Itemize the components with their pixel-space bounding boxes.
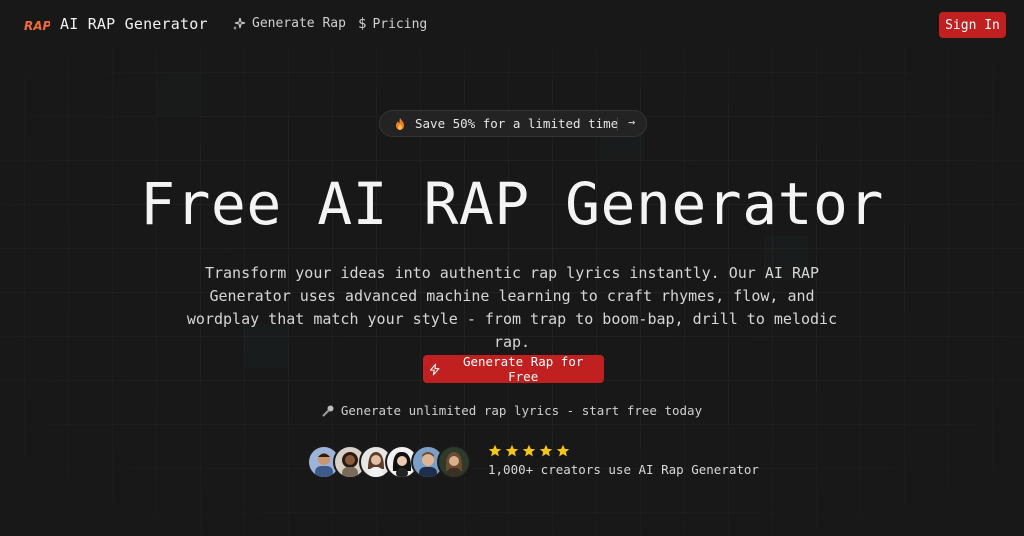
brand-name[interactable]: AI RAP Generator xyxy=(60,15,208,33)
lightning-icon xyxy=(429,363,440,375)
generate-rap-free-button[interactable]: Generate Rap for Free xyxy=(423,354,604,384)
svg-text:RAP: RAP xyxy=(24,19,50,33)
rating-stars xyxy=(488,444,570,458)
tagline-text: Generate unlimited rap lyrics - start fr… xyxy=(340,403,703,418)
social-proof-text: 1,000+ creators use AI Rap Generator xyxy=(488,462,759,477)
nav-generate-rap-label: Generate Rap xyxy=(252,16,346,31)
hero-title: Free AI RAP Generator xyxy=(140,170,884,238)
rap-logo[interactable]: RAP xyxy=(24,14,50,36)
tagline: Generate unlimited rap lyrics - start fr… xyxy=(0,403,1024,418)
arrow-right-icon[interactable]: → xyxy=(628,115,635,129)
promo-banner[interactable]: Save 50% for a limited time xyxy=(379,110,647,137)
nav-pricing-label: Pricing xyxy=(372,16,428,32)
promo-text: Save 50% for a limited time xyxy=(415,116,619,131)
star-icon xyxy=(488,444,502,457)
star-icon xyxy=(505,444,519,457)
star-icon xyxy=(539,444,553,457)
promo-divider xyxy=(617,117,618,131)
sign-in-button[interactable]: Sign In xyxy=(939,12,1006,38)
dollar-icon: $ xyxy=(358,16,367,32)
avatar xyxy=(437,445,471,479)
cta-label: Generate Rap for Free xyxy=(462,354,584,384)
hero-description: Transform your ideas into authentic rap … xyxy=(186,264,838,351)
star-icon xyxy=(522,444,536,457)
fire-icon xyxy=(396,117,404,130)
top-nav: RAP AI RAP Generator Generate Rap $ Pric… xyxy=(0,0,1024,50)
star-icon xyxy=(556,444,570,457)
nav-pricing[interactable]: $ Pricing xyxy=(358,16,427,32)
sparkles-icon xyxy=(233,17,246,30)
microphone-icon xyxy=(322,405,334,417)
nav-generate-rap[interactable]: Generate Rap xyxy=(232,16,346,31)
